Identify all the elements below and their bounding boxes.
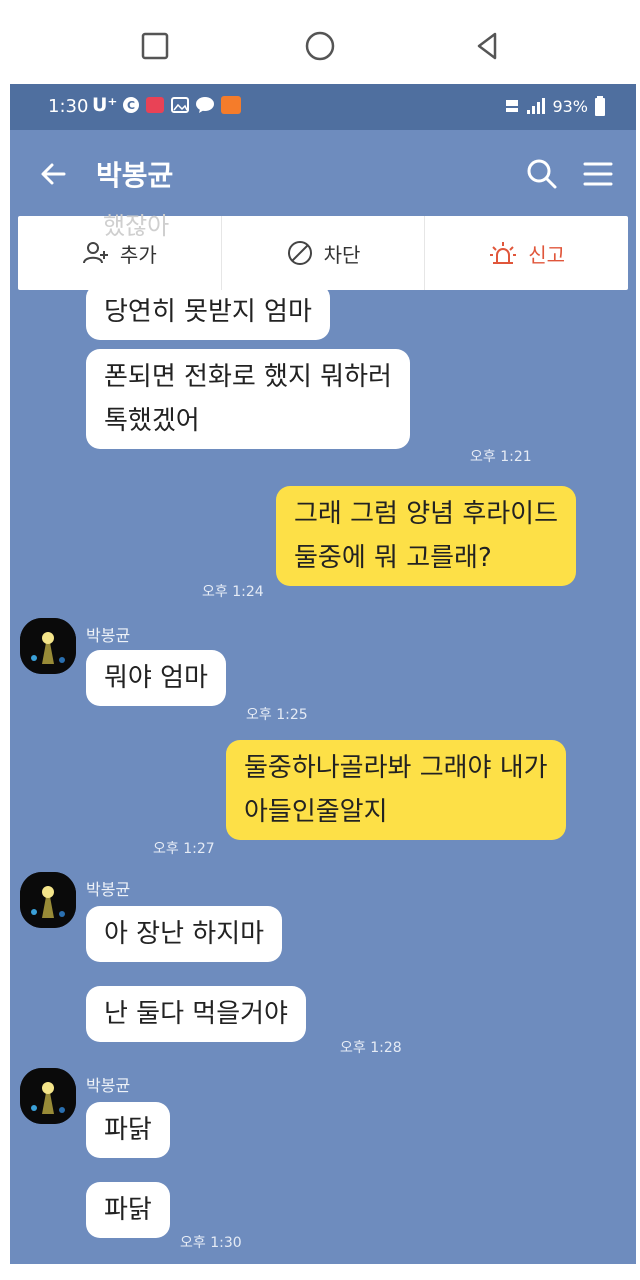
ghost-text: 했잖아 <box>103 212 170 240</box>
message-line: 둘중에 뭐 고를래? <box>294 543 492 573</box>
carrier-label: U⁺ <box>92 94 118 116</box>
message-line: 그래 그럼 양념 후라이드 <box>294 499 558 529</box>
message-line: 폰되면 전화로 했지 뭐하러 <box>104 362 392 392</box>
search-icon <box>527 159 557 189</box>
message-time: 오후 1:28 <box>340 1040 402 1056</box>
back-button[interactable] <box>34 154 74 194</box>
message-line: 파닭 <box>104 1195 152 1225</box>
message-time: 오후 1:24 <box>202 584 264 600</box>
chat-header: 박봉균 <box>10 130 636 214</box>
signal-icon <box>527 98 546 114</box>
notification-icons: U⁺ C <box>92 94 242 116</box>
square-recent-apps-icon <box>141 32 169 60</box>
status-bar: 1:30 U⁺ C 93% <box>10 84 636 130</box>
orange-app-icon <box>221 96 242 114</box>
avatar[interactable] <box>20 1068 76 1124</box>
shop-app-icon <box>146 97 165 113</box>
message-line: 당연히 못받지 엄마 <box>104 297 312 327</box>
chat-title: 박봉균 <box>96 159 174 192</box>
recent-apps-button[interactable] <box>133 24 177 68</box>
my-message-bubble[interactable]: 둘중하나골라봐 그래야 내가 아들인줄알지 <box>226 740 566 840</box>
add-label: 추가 <box>119 242 157 267</box>
sender-name: 박봉균 <box>86 1076 131 1095</box>
message-time: 오후 1:27 <box>153 841 215 857</box>
message-bubble[interactable]: 뭐야 엄마 <box>86 650 226 706</box>
menu-icon <box>583 162 613 186</box>
status-time: 1:30 <box>48 96 89 117</box>
add-friend-button[interactable]: 했잖아 추가 <box>18 212 221 290</box>
triangle-back-icon <box>477 32 497 60</box>
profile-photo-icon <box>20 618 76 674</box>
block-button[interactable]: 차단 <box>220 216 425 290</box>
message-line: 난 둘다 먹을거야 <box>104 999 288 1029</box>
message-bubble[interactable]: 파닭 <box>86 1102 170 1158</box>
message-bubble[interactable]: 폰되면 전화로 했지 뭐하러 톡했겠어 <box>86 349 410 449</box>
battery-percent: 93% <box>552 96 588 116</box>
status-right: 93% <box>504 96 606 116</box>
sender-name: 박봉균 <box>86 880 131 899</box>
my-message-bubble[interactable]: 그래 그럼 양념 후라이드 둘중에 뭐 고를래? <box>276 486 576 586</box>
message-bubble[interactable]: 파닭 <box>86 1182 170 1238</box>
avatar[interactable] <box>20 872 76 928</box>
message-time: 오후 1:30 <box>180 1235 242 1251</box>
siren-icon <box>490 242 517 264</box>
friend-action-bar: 했잖아 추가 차단 신고 <box>18 212 628 290</box>
message-line: 둘중하나골라봐 그래야 내가 <box>244 753 548 783</box>
add-person-icon <box>82 242 108 264</box>
message-line: 파닭 <box>104 1115 152 1145</box>
home-button[interactable] <box>298 24 342 68</box>
data-indicator-icon <box>506 100 519 112</box>
bottom-strip <box>0 1264 640 1280</box>
circle-home-icon <box>305 31 335 61</box>
message-line: 아들인줄알지 <box>244 797 388 827</box>
search-button[interactable] <box>522 154 562 194</box>
c-app-icon: C <box>123 97 140 113</box>
message-line: 아 장난 하지마 <box>104 919 265 949</box>
system-navigation-bar <box>0 0 640 88</box>
arrow-left-icon <box>41 163 66 185</box>
menu-button[interactable] <box>578 154 618 194</box>
block-label: 차단 <box>323 242 361 267</box>
phone-screen: 1:30 U⁺ C 93% 박봉균 했잖아 추가 차단 신고 당연히 못받지 엄… <box>10 84 636 1264</box>
report-button[interactable]: 신고 <box>424 216 628 290</box>
system-back-button[interactable] <box>465 24 509 68</box>
message-line: 톡했겠어 <box>104 406 200 436</box>
sender-name: 박봉균 <box>86 626 131 645</box>
talk-message-icon <box>196 97 215 113</box>
profile-photo-icon <box>20 872 76 928</box>
message-time: 오후 1:21 <box>470 449 532 465</box>
avatar[interactable] <box>20 618 76 674</box>
battery-icon <box>595 96 605 116</box>
gallery-icon <box>171 97 190 113</box>
block-icon <box>287 241 312 265</box>
message-bubble[interactable]: 아 장난 하지마 <box>86 906 283 962</box>
message-bubble[interactable]: 당연히 못받지 엄마 <box>86 284 330 340</box>
profile-photo-icon <box>20 1068 76 1124</box>
report-label: 신고 <box>528 242 566 267</box>
message-bubble[interactable]: 난 둘다 먹을거야 <box>86 986 306 1042</box>
svg-text:C: C <box>127 99 135 112</box>
message-line: 뭐야 엄마 <box>104 663 208 693</box>
message-time: 오후 1:25 <box>246 707 308 723</box>
